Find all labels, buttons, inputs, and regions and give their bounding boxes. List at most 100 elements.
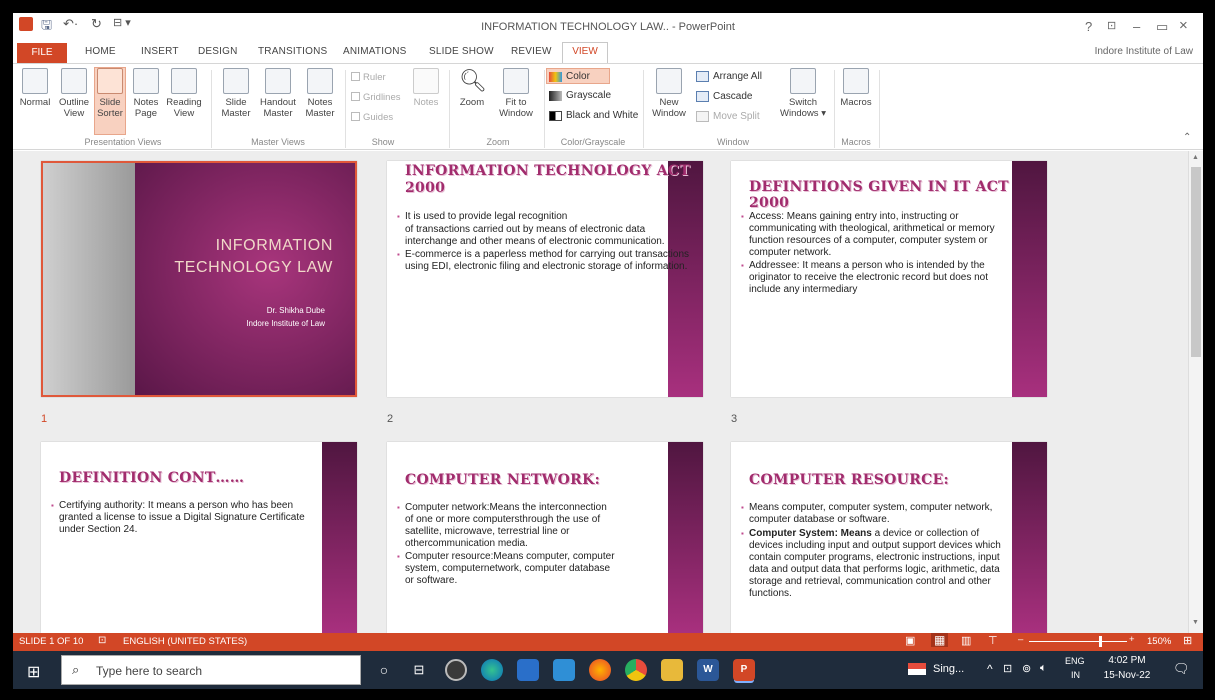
bullet: Access: Means gaining entry into, instru… — [741, 211, 1017, 259]
store-icon[interactable] — [517, 659, 539, 681]
minimize-button[interactable]: – — [1133, 19, 1140, 34]
close-button[interactable]: × — [1179, 17, 1188, 34]
collapse-ribbon-icon[interactable]: ⌃ — [1183, 132, 1191, 143]
notes-master-label: Notes Master — [305, 97, 335, 119]
arrange-all-button[interactable]: Arrange All — [696, 70, 762, 84]
slide-accent-bar — [322, 442, 357, 633]
network-icon[interactable]: ⊡ — [1003, 662, 1012, 675]
tab-design[interactable]: DESIGN — [198, 46, 238, 57]
clock-time[interactable]: 4:02 PM — [1103, 655, 1151, 666]
slideshow-status-icon[interactable]: ⊤ — [988, 634, 998, 647]
tab-view[interactable]: VIEW — [562, 42, 608, 63]
new-window-button[interactable]: New Window — [647, 68, 691, 134]
slide-thumbnail-1[interactable]: INFORMATION TECHNOLOGY LAW Dr. Shikha Du… — [41, 161, 357, 397]
separator — [211, 70, 212, 148]
macros-button[interactable]: Macros — [838, 68, 874, 134]
scroll-down-icon[interactable]: ▼ — [1192, 619, 1199, 626]
taskbar-search-box[interactable]: ⌕ Type here to search — [61, 655, 361, 685]
bullet: Computer System: Means a device or colle… — [741, 528, 1003, 600]
tab-animations[interactable]: ANIMATIONS — [343, 46, 406, 57]
tab-home[interactable]: HOME — [85, 46, 116, 57]
scrollbar-thumb[interactable] — [1191, 167, 1201, 357]
tray-arrow-icon[interactable]: ^ — [987, 662, 993, 676]
zoom-in-icon[interactable]: + — [1129, 634, 1135, 645]
reading-view-button[interactable]: Reading View — [164, 68, 204, 134]
slide-master-icon — [223, 68, 249, 94]
slide-sorter-button[interactable]: Slide Sorter — [94, 67, 126, 135]
slide-sorter-status-icon[interactable]: ▦ — [931, 633, 949, 647]
task-view-icon[interactable]: ⊟ — [408, 659, 430, 681]
notification-icon[interactable]: 🗨︎ — [1173, 661, 1190, 677]
mail-icon[interactable] — [553, 659, 575, 681]
chrome-icon[interactable] — [625, 659, 647, 681]
notes-button[interactable]: Notes — [409, 68, 443, 134]
color-swatch-icon — [549, 72, 562, 82]
fit-slide-icon[interactable]: ⊞ — [1183, 634, 1192, 647]
word-icon[interactable]: W — [697, 659, 719, 681]
ribbon-display-options-icon[interactable]: ⊡ — [1107, 19, 1116, 32]
volume-icon[interactable]: 🔈︎ — [1040, 662, 1047, 675]
weather-label[interactable]: Sing... — [933, 663, 964, 675]
account-name[interactable]: Indore Institute of Law — [1095, 46, 1193, 57]
slide-thumbnail-3[interactable]: DEFINITIONS GIVEN IN IT ACT 2000 Access:… — [731, 161, 1047, 397]
color-button[interactable]: Color — [546, 68, 610, 84]
edge-browser-icon[interactable] — [481, 659, 503, 681]
language-status[interactable]: ENGLISH (UNITED STATES) — [123, 636, 247, 647]
slide-sorter-label: Slide Sorter — [97, 97, 123, 119]
slide-thumbnail-6[interactable]: COMPUTER RESOURCE: Means computer, compu… — [731, 442, 1047, 633]
battery-icon[interactable]: ⊚ — [1022, 662, 1031, 675]
firefox-icon[interactable] — [589, 659, 611, 681]
slide-master-button[interactable]: Slide Master — [217, 68, 255, 134]
tab-review[interactable]: REVIEW — [511, 46, 552, 57]
outline-view-button[interactable]: Outline View — [57, 68, 91, 134]
zoom-slider[interactable] — [1029, 641, 1127, 642]
cascade-label: Cascade — [713, 91, 753, 102]
file-explorer-icon[interactable] — [661, 659, 683, 681]
vertical-scrollbar[interactable]: ▲ ▼ — [1188, 151, 1203, 633]
ruler-checkbox[interactable]: Ruler — [351, 72, 386, 83]
input-language[interactable]: ENG — [1065, 656, 1085, 666]
reading-view-status-icon[interactable]: ▥ — [961, 634, 971, 647]
input-region[interactable]: IN — [1071, 670, 1080, 680]
notes-page-label: Notes Page — [133, 97, 159, 119]
tab-transitions[interactable]: TRANSITIONS — [258, 46, 327, 57]
slide-thumbnail-5[interactable]: COMPUTER NETWORK: Computer network:Means… — [387, 442, 703, 633]
windows-start-icon[interactable]: ⊞ — [27, 662, 40, 682]
zoom-out-icon[interactable]: – — [1018, 634, 1023, 645]
notes-master-button[interactable]: Notes Master — [301, 68, 339, 134]
zoom-level[interactable]: 150% — [1147, 636, 1171, 647]
powerpoint-taskbar-icon[interactable]: P — [733, 659, 755, 681]
notes-master-icon — [307, 68, 333, 94]
help-button[interactable]: ? — [1085, 19, 1092, 34]
black-white-button[interactable]: Black and White — [547, 108, 638, 124]
ruler-checkbox-box — [351, 72, 360, 81]
normal-view-status-icon[interactable]: ▣ — [905, 634, 915, 647]
zoom-button[interactable]: 🔍︎ Zoom — [455, 68, 489, 134]
tab-insert[interactable]: INSERT — [141, 46, 179, 57]
clock-date[interactable]: 15-Nov-22 — [1101, 670, 1153, 681]
search-placeholder: Type here to search — [96, 664, 203, 678]
cortana-icon[interactable]: ○ — [373, 659, 395, 681]
tab-file[interactable]: FILE — [17, 43, 67, 63]
cascade-button[interactable]: Cascade — [696, 90, 752, 104]
gridlines-checkbox[interactable]: Gridlines — [351, 92, 401, 103]
spellcheck-icon[interactable]: ⊡ — [98, 635, 106, 646]
notes-page-button[interactable]: Notes Page — [130, 68, 162, 134]
slide-title: INFORMATION TECHNOLOGY ACT 2000 — [405, 163, 691, 196]
slide-thumbnail-2[interactable]: INFORMATION TECHNOLOGY ACT 2000 It is us… — [387, 161, 703, 397]
grayscale-button[interactable]: Grayscale — [547, 88, 611, 104]
handout-master-button[interactable]: Handout Master — [257, 68, 299, 134]
restore-button[interactable]: ▭ — [1156, 19, 1168, 35]
outline-view-icon — [61, 68, 87, 94]
fit-to-window-button[interactable]: Fit to Window — [493, 68, 539, 134]
guides-checkbox[interactable]: Guides — [351, 112, 393, 123]
scroll-up-icon[interactable]: ▲ — [1192, 154, 1199, 161]
switch-windows-button[interactable]: Switch Windows ▾ — [777, 68, 829, 134]
zoom-slider-thumb[interactable] — [1099, 636, 1102, 647]
normal-view-button[interactable]: Normal — [15, 68, 55, 134]
slide-sorter-icon — [97, 68, 123, 94]
tab-slide-show[interactable]: SLIDE SHOW — [429, 46, 494, 57]
move-split-button[interactable]: Move Split — [696, 110, 760, 124]
chatgpt-app-icon[interactable] — [445, 659, 467, 681]
slide-thumbnail-4[interactable]: DEFINITION CONT…… Certifying authority: … — [41, 442, 357, 633]
